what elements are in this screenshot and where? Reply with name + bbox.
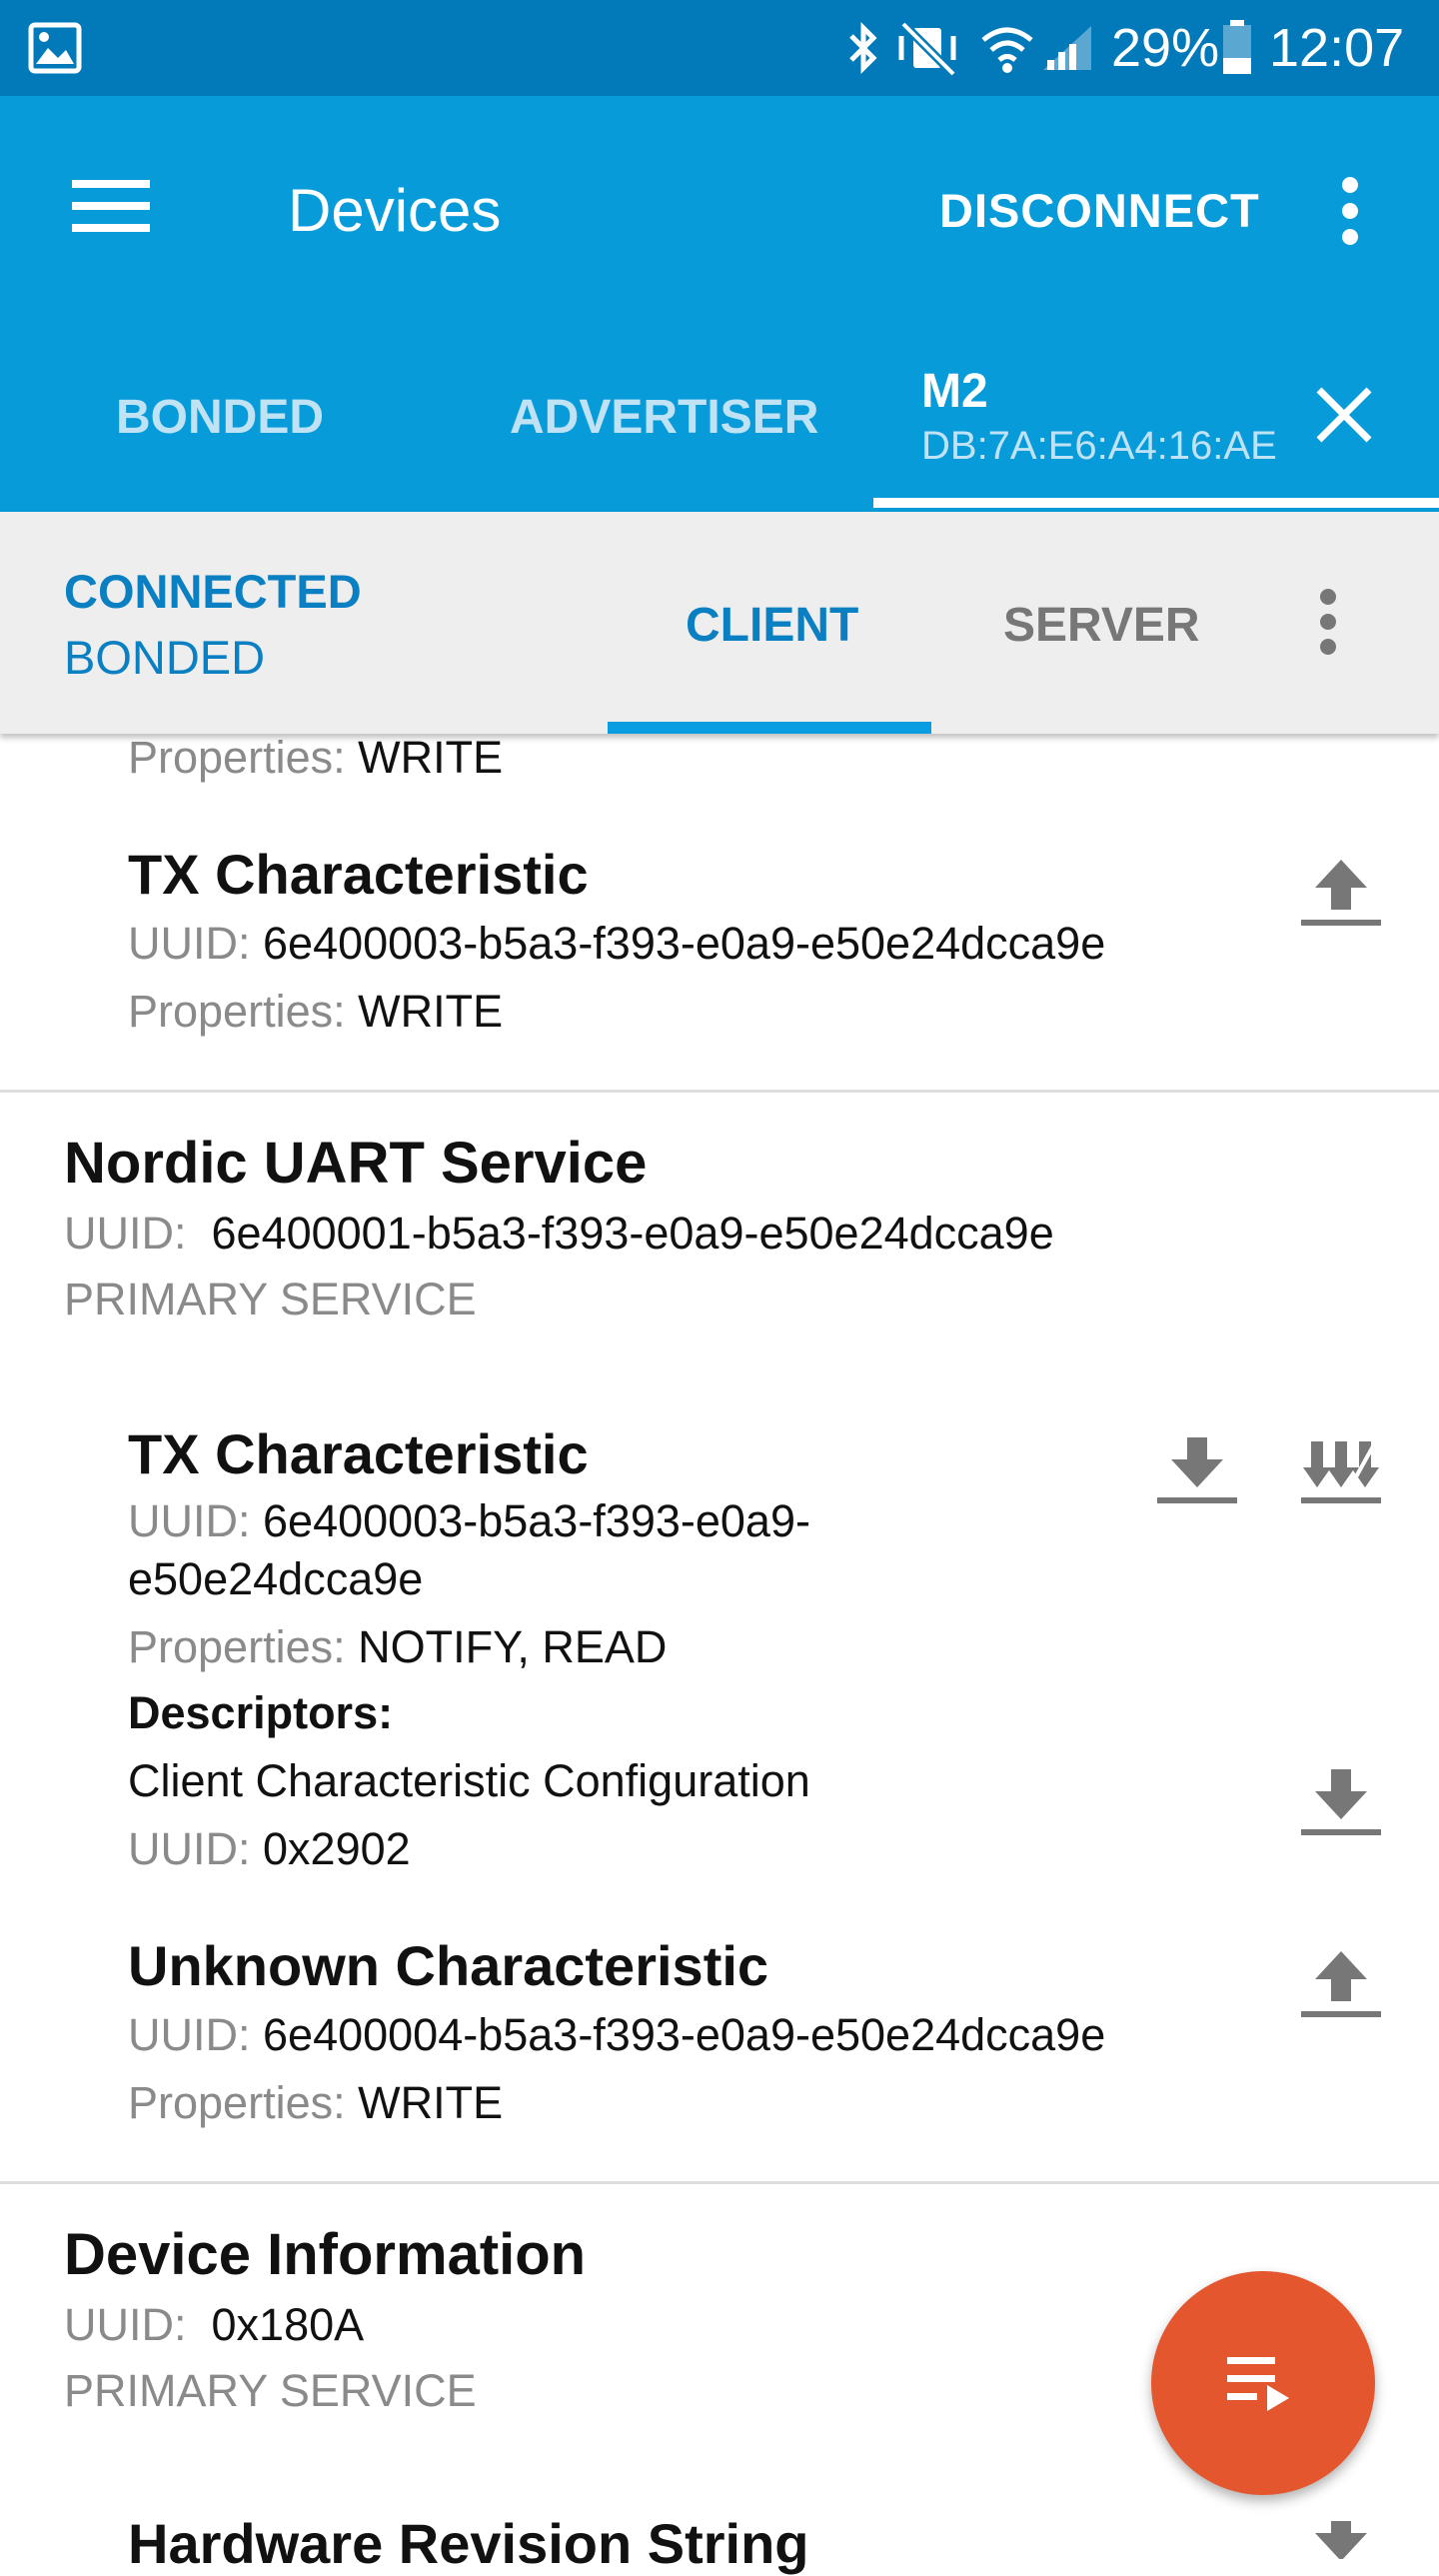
image-icon: [28, 22, 82, 74]
descriptors-header: Descriptors:: [128, 1687, 394, 1738]
bond-state: BONDED: [64, 631, 266, 684]
tab-selected-indicator: [873, 498, 1439, 508]
page-title: Devices: [288, 177, 502, 244]
bluetooth-icon: [849, 21, 877, 75]
more-options-icon[interactable]: [1333, 176, 1367, 246]
read-download-icon[interactable]: [1155, 1433, 1239, 1505]
characteristic-uuid-continued: e50e24dcca9e: [128, 1553, 424, 1604]
status-bar: 29% 12:07: [0, 0, 1439, 96]
write-upload-icon[interactable]: [1299, 856, 1383, 928]
characteristic-name: Unknown Characteristic: [128, 1934, 769, 1997]
descriptor-uuid: UUID: 0x2902: [128, 1823, 411, 1874]
characteristic-uuid: UUID: 6e400003-b5a3-f393-e0a9-e50e24dcca…: [128, 918, 1106, 969]
notify-multiple-download-icon[interactable]: [1299, 1433, 1383, 1505]
connection-more-icon[interactable]: [1313, 588, 1343, 656]
write-upload-icon[interactable]: [1299, 1947, 1383, 2019]
tab-bonded[interactable]: BONDED: [116, 390, 324, 445]
characteristic-name: TX Characteristic: [128, 1422, 589, 1485]
battery-icon: [1223, 20, 1251, 74]
connection-state: CONNECTED: [64, 565, 362, 618]
close-icon[interactable]: [1315, 386, 1373, 444]
characteristic-properties: Properties: WRITE: [128, 986, 504, 1037]
service-name: Nordic UART Service: [64, 1131, 648, 1196]
tab-client[interactable]: CLIENT: [686, 598, 858, 653]
tab-server[interactable]: SERVER: [1003, 598, 1200, 653]
tab-device-name[interactable]: M2: [921, 364, 988, 419]
characteristic-properties: Properties: NOTIFY, READ: [128, 1621, 668, 1672]
service-name: Device Information: [64, 2222, 587, 2287]
clock: 12:07: [1269, 18, 1405, 78]
menu-icon[interactable]: [72, 176, 152, 236]
service-divider: [0, 2181, 1439, 2184]
wifi-icon: [981, 27, 1033, 73]
descriptor-name: Client Characteristic Configuration: [128, 1755, 810, 1806]
playlist-play-icon: [1227, 2357, 1289, 2411]
log-fab-button[interactable]: [1151, 2271, 1375, 2495]
connection-bar: CONNECTED BONDED CLIENT SERVER: [0, 512, 1439, 734]
read-download-icon[interactable]: [1299, 2521, 1383, 2559]
signal-icon: [1043, 26, 1091, 70]
characteristic-uuid: UUID: 6e400003-b5a3-f393-e0a9-: [128, 1495, 810, 1546]
client-tab-indicator: [608, 722, 931, 734]
battery-percent: 29%: [1111, 18, 1220, 78]
service-divider: [0, 1090, 1439, 1093]
service-type: PRIMARY SERVICE: [64, 2365, 477, 2416]
characteristic-uuid: UUID: 6e400004-b5a3-f393-e0a9-e50e24dcca…: [128, 2009, 1106, 2060]
descriptor-read-download-icon[interactable]: [1299, 1765, 1383, 1837]
characteristic-properties: Properties: WRITE: [128, 732, 504, 783]
characteristic-name: Hardware Revision String: [128, 2512, 809, 2575]
disconnect-button[interactable]: DISCONNECT: [939, 182, 1260, 240]
tab-device-address: DB:7A:E6:A4:16:AE: [921, 424, 1277, 468]
app-bar: Devices DISCONNECT BONDED ADVERTISER M2 …: [0, 96, 1439, 512]
characteristic-properties: Properties: WRITE: [128, 2077, 504, 2128]
service-uuid: UUID: 6e400001-b5a3-f393-e0a9-e50e24dcca…: [64, 1208, 1054, 1259]
characteristic-name: TX Characteristic: [128, 843, 589, 906]
service-uuid: UUID: 0x180A: [64, 2299, 365, 2350]
tab-advertiser[interactable]: ADVERTISER: [510, 390, 818, 445]
vibrate-mute-icon: [898, 20, 957, 76]
service-type: PRIMARY SERVICE: [64, 1274, 477, 1324]
